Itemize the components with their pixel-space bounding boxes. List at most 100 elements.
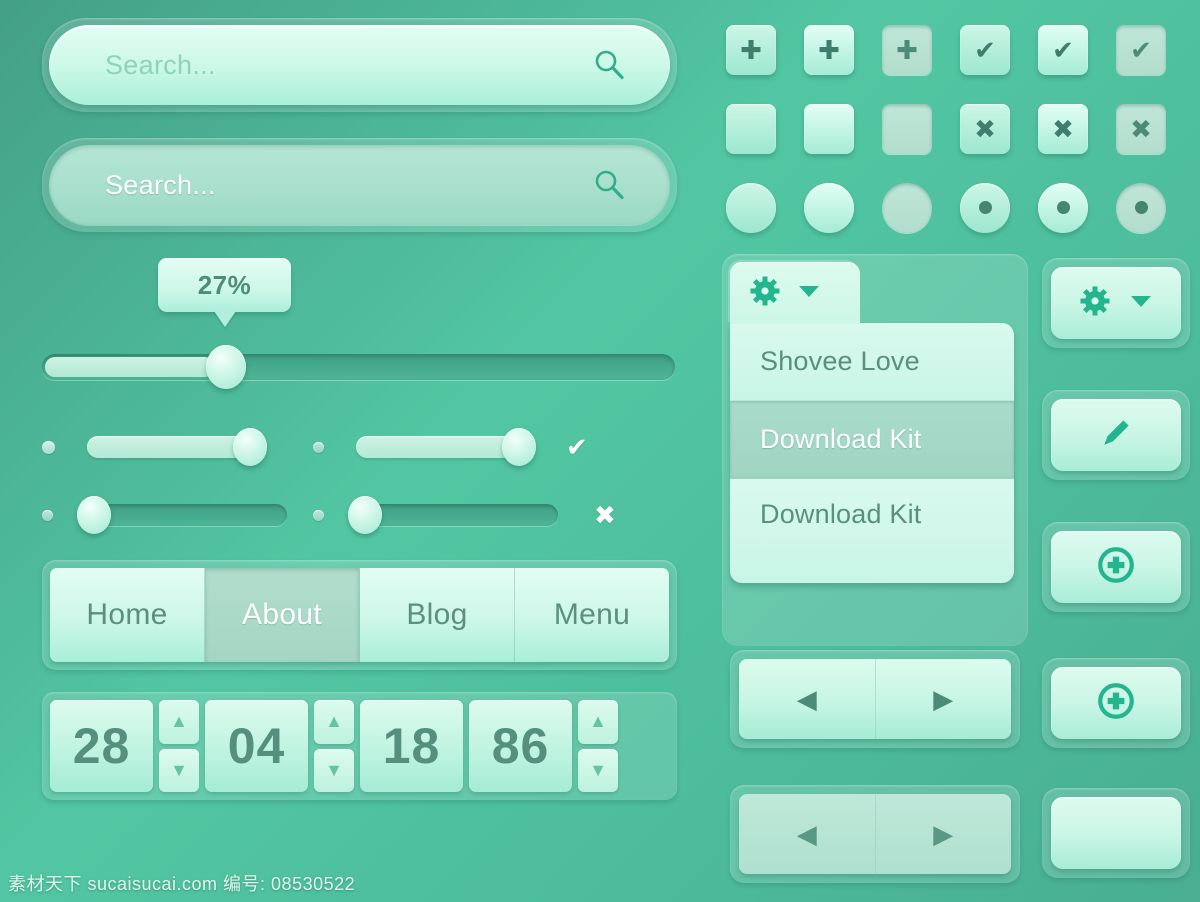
nav-item-label: Menu [553,598,631,631]
stepper-up-button[interactable]: ▲ [159,700,199,744]
stepper-value-2[interactable]: 04 [205,700,308,792]
radio-dot-icon [1056,201,1070,214]
grid-cell [790,89,868,168]
stepper-value-4[interactable]: 86 [469,700,572,792]
main-slider-track[interactable] [42,345,675,389]
grid-cell: ✖ [946,89,1024,168]
checkbox-check-disabled[interactable]: ✔ [1116,24,1166,75]
slider-value-tooltip: 27% [158,258,291,312]
pager-dim: ◀ ▶ [739,794,1011,874]
add-button-2-wrapper [1042,658,1190,748]
toggle-switch-4[interactable] [348,496,558,534]
nav-item-home[interactable]: Home [50,568,205,662]
search-input-primary[interactable]: Search... [49,25,670,105]
pager-prev-button[interactable]: ◀ [739,794,876,874]
chevron-down-icon [1130,294,1152,313]
checkbox-plus-default[interactable]: ✚ [726,24,776,75]
checkbox-empty-disabled[interactable] [882,103,932,154]
circle-plus-icon [1095,680,1137,727]
pager-prev-button[interactable]: ◀ [739,659,876,739]
radio-selected-disabled[interactable] [1116,182,1166,233]
grid-cell: ✔ [946,10,1024,89]
grid-cell [712,168,790,247]
left-column: Search... Search... 27% ✔ ✖ Home About B… [42,18,677,800]
stepper-group: 28 ▲ ▼ 04 ▲ ▼ 18 86 ▲ ▼ [50,700,669,792]
dropdown-item-download-kit-active[interactable]: Download Kit [730,401,1014,479]
control-grid: ✚ ✚ ✚ ✔ ✔ ✔ ✖ ✖ ✖ [712,10,1190,247]
checkbox-cross-default[interactable]: ✖ [960,103,1010,154]
search-icon[interactable] [592,168,626,202]
gear-icon[interactable] [750,276,780,311]
checkbox-plus-disabled[interactable]: ✚ [882,24,932,75]
right-column: ✚ ✚ ✚ ✔ ✔ ✔ ✖ ✖ ✖ Shovee Love Download K… [712,10,1190,883]
blank-button[interactable] [1051,797,1181,869]
add-button-2[interactable] [1051,667,1181,739]
stepper-down-button[interactable]: ▼ [578,748,618,792]
grid-cell: ✔ [1102,10,1180,89]
toggle-knob[interactable] [502,428,536,466]
nav-item-blog[interactable]: Blog [360,568,515,662]
settings-dropdown-button[interactable] [1051,267,1181,339]
toggle-knob[interactable] [77,496,111,534]
search-placeholder-primary: Search... [105,49,216,80]
radio-selected-default[interactable] [960,182,1010,233]
stepper-value-1[interactable]: 28 [50,700,153,792]
stepper-up-button[interactable]: ▲ [314,700,354,744]
toggle-knob[interactable] [233,428,267,466]
blank-button-wrapper [1042,788,1190,878]
stepper-up-button[interactable]: ▲ [578,700,618,744]
grid-cell [946,168,1024,247]
search-input-secondary[interactable]: Search... [49,145,670,225]
radio-empty-hover[interactable] [804,182,854,233]
radio-empty-disabled[interactable] [882,182,932,233]
edit-button[interactable] [1051,399,1181,471]
toggle-dot-left [42,440,55,454]
dropdown-item-shovee-love[interactable]: Shovee Love [730,323,1014,401]
toggle-row-1: ✔ [42,424,677,470]
pager-bright: ◀ ▶ [739,659,1011,739]
main-slider-knob[interactable] [206,345,246,389]
chevron-down-icon[interactable] [798,284,820,303]
radio-dot-icon [978,201,992,214]
toggle-switch-1[interactable] [87,428,267,466]
nav-item-label: Home [86,598,168,631]
toggle-dot-mid [313,441,324,453]
nav-item-about[interactable]: About [205,568,360,662]
checkbox-plus-hover[interactable]: ✚ [804,24,854,75]
radio-selected-hover[interactable] [1038,182,1088,233]
toggle-switch-3[interactable] [77,496,287,534]
edit-button-wrapper [1042,390,1190,480]
toggle-switch-2[interactable] [356,428,536,466]
checkbox-check-hover[interactable]: ✔ [1038,24,1088,75]
checkbox-cross-hover[interactable]: ✖ [1038,103,1088,154]
stepper-down-button[interactable]: ▼ [314,748,354,792]
dropdown-header[interactable] [730,262,860,324]
grid-cell: ✖ [1024,89,1102,168]
slider-tooltip-area: 27% [42,258,677,354]
toggle-dot-mid [313,509,324,521]
close-icon: ✖ [594,500,616,530]
grid-cell [1102,168,1180,247]
checkbox-check-default[interactable]: ✔ [960,24,1010,75]
nav-item-menu[interactable]: Menu [515,568,669,662]
pager-next-button[interactable]: ▶ [875,794,1011,874]
circle-plus-icon [1095,544,1137,591]
grid-cell: ✚ [712,10,790,89]
grid-cell [790,168,868,247]
nav-item-label: About [242,598,322,631]
search-placeholder-secondary: Search... [105,169,216,200]
stepper-down-button[interactable]: ▼ [159,748,199,792]
toggle-knob[interactable] [348,496,382,534]
checkbox-empty-default[interactable] [726,103,776,154]
dropdown-item-download-kit[interactable]: Download Kit [730,479,1014,583]
stepper-value-3[interactable]: 18 [360,700,463,792]
pager-next-button[interactable]: ▶ [875,659,1011,739]
checkbox-cross-disabled[interactable]: ✖ [1116,103,1166,154]
checkbox-empty-hover[interactable] [804,103,854,154]
add-button-1[interactable] [1051,531,1181,603]
main-slider-fill [45,357,215,377]
check-icon: ✔ [566,432,588,462]
radio-empty-default[interactable] [726,182,776,233]
search-icon[interactable] [592,48,626,82]
grid-cell: ✚ [790,10,868,89]
